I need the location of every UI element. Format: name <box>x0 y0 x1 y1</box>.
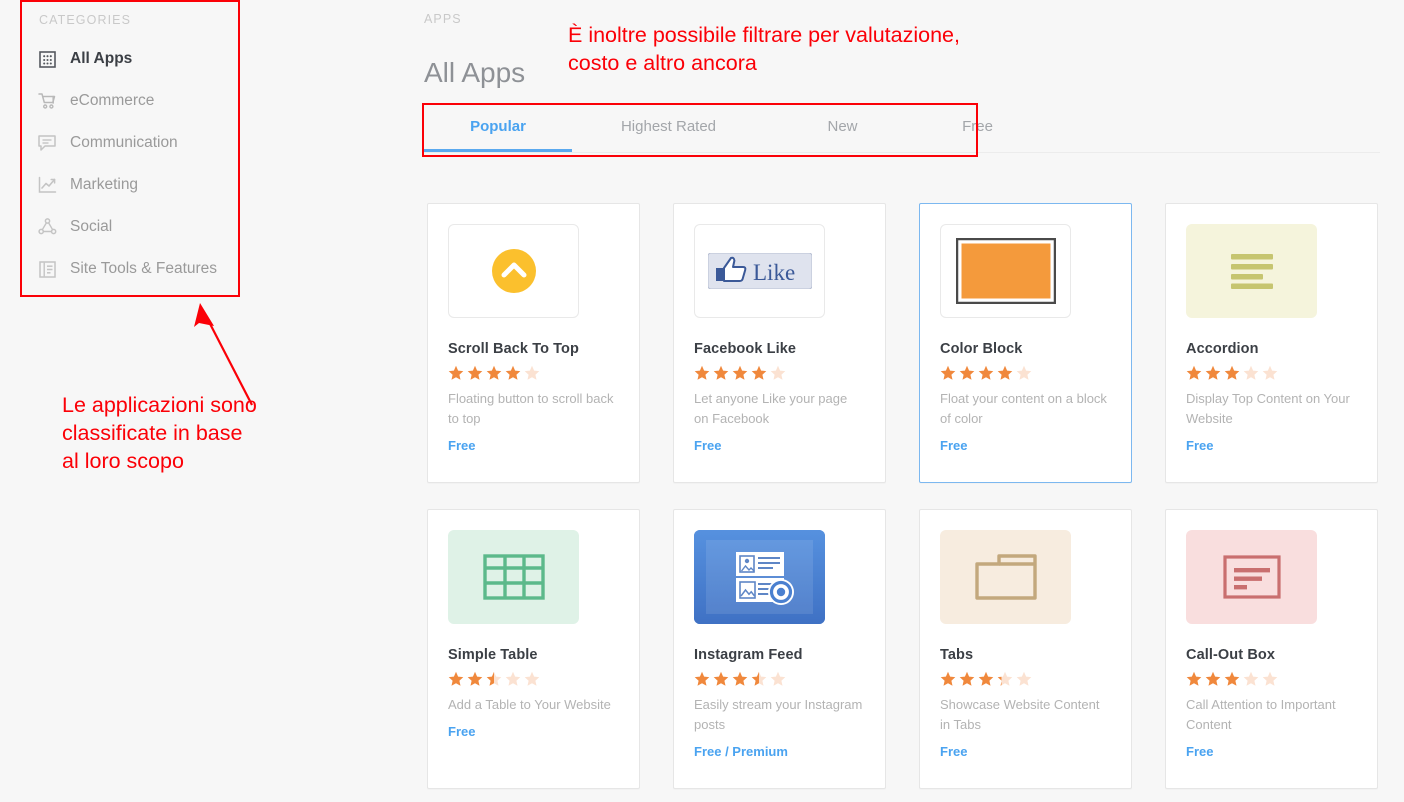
app-card-title: Facebook Like <box>694 341 797 357</box>
app-card-price[interactable]: Free <box>1186 438 1357 453</box>
line-chart-icon <box>36 174 58 196</box>
app-card-description: Call Attention to Important Content <box>1186 697 1336 733</box>
breadcrumb-eyebrow: APPS <box>424 12 462 26</box>
grid-icon <box>36 48 58 70</box>
app-card-title: Simple Table <box>448 647 538 663</box>
app-card-description: Display Top Content on Your Website <box>1186 391 1350 427</box>
rating-stars <box>1186 365 1357 380</box>
app-card-title: Color Block <box>940 341 1023 357</box>
app-card-title: Scroll Back To Top <box>448 341 579 357</box>
filter-tabbar: Popular Highest Rated New Free <box>424 108 1380 153</box>
app-card-price[interactable]: Free <box>448 438 619 453</box>
table-icon <box>448 530 579 624</box>
tab-new[interactable]: New <box>765 108 920 152</box>
chat-bubble-icon <box>36 132 58 154</box>
sidebar-item-label: All Apps <box>70 50 133 67</box>
sidebar-item-label: Marketing <box>70 176 139 193</box>
sidebar-item-label: Site Tools & Features <box>70 260 218 277</box>
app-card-price[interactable]: Free <box>448 724 619 739</box>
app-card-description: Floating button to scroll back to top <box>448 391 614 427</box>
svg-text:Like: Like <box>753 260 795 285</box>
rating-stars <box>1186 671 1357 686</box>
app-card[interactable]: Accordion Display Top Content on Your Web… <box>1165 203 1378 483</box>
apps-grid: Scroll Back To Top Floating button to scr… <box>427 203 1378 789</box>
facebook-like-icon: Like <box>694 224 825 318</box>
app-card-price[interactable]: Free <box>940 438 1111 453</box>
app-card-description: Easily stream your Instagram posts <box>694 697 863 733</box>
layout-panel-icon <box>36 258 58 280</box>
sidebar-item-site-tools-features[interactable]: Site Tools & Features <box>20 248 240 290</box>
sidebar-item-ecommerce[interactable]: eCommerce <box>20 80 240 122</box>
app-marketplace-screen: CATEGORIES All Apps eCommerce Communicatio… <box>0 0 1404 802</box>
tab-popular[interactable]: Popular <box>424 108 572 152</box>
sidebar-item-communication[interactable]: Communication <box>20 122 240 164</box>
app-card[interactable]: Call-Out Box Call Attention to Important … <box>1165 509 1378 789</box>
rating-stars <box>940 365 1111 380</box>
app-card-title: Instagram Feed <box>694 647 803 663</box>
rating-stars <box>940 671 1111 686</box>
app-card[interactable]: Instagram Feed Easily stream your Instag… <box>673 509 886 789</box>
accordion-icon <box>1186 224 1317 318</box>
app-card[interactable]: Tabs Showcase Website Content in Tabs Fre… <box>919 509 1132 789</box>
tab-highest-rated[interactable]: Highest Rated <box>572 108 765 152</box>
sidebar-item-all-apps[interactable]: All Apps <box>20 38 240 80</box>
sidebar-item-marketing[interactable]: Marketing <box>20 164 240 206</box>
sidebar-item-social[interactable]: Social <box>20 206 240 248</box>
app-card[interactable]: Like Facebook Like Let anyone Like your pa… <box>673 203 886 483</box>
app-card[interactable]: Color Block Float your content on a block… <box>919 203 1132 483</box>
app-card[interactable]: Scroll Back To Top Floating button to scr… <box>427 203 640 483</box>
app-card-description: Add a Table to Your Website <box>448 697 611 712</box>
tabs-icon <box>940 530 1071 624</box>
sidebar-item-label: Social <box>70 218 113 235</box>
app-card-price[interactable]: Free <box>1186 744 1357 759</box>
annotation-top-text: È inoltre possibile filtrare per valutaz… <box>568 23 960 75</box>
categories-sidebar: CATEGORIES All Apps eCommerce Communicatio… <box>20 0 240 297</box>
app-card-title: Tabs <box>940 647 974 663</box>
tab-free[interactable]: Free <box>920 108 1035 152</box>
sidebar-item-label: eCommerce <box>70 92 155 109</box>
app-card-title: Accordion <box>1186 341 1259 357</box>
app-card[interactable]: Simple Table Add a Table to Your Website… <box>427 509 640 789</box>
app-card-title: Call-Out Box <box>1186 647 1276 663</box>
rating-stars <box>448 671 619 686</box>
categories-list: All Apps eCommerce Communication Marketing S… <box>20 38 240 290</box>
call-out-box-icon <box>1186 530 1317 624</box>
app-card-price[interactable]: Free <box>694 438 865 453</box>
page-title: All Apps <box>424 56 526 88</box>
app-card-description: Let anyone Like your page on Facebook <box>694 391 848 427</box>
color-block-icon <box>940 224 1071 318</box>
network-share-icon <box>36 216 58 238</box>
app-card-description: Float your content on a block of color <box>940 391 1107 427</box>
app-card-description: Showcase Website Content in Tabs <box>940 697 1100 733</box>
categories-heading: CATEGORIES <box>39 13 132 27</box>
rating-stars <box>694 365 865 380</box>
app-card-price[interactable]: Free <box>940 744 1111 759</box>
shopping-cart-icon <box>36 90 58 112</box>
app-card-price[interactable]: Free / Premium <box>694 744 865 759</box>
rating-stars <box>694 671 865 686</box>
rating-stars <box>448 365 619 380</box>
instagram-feed-icon <box>694 530 825 624</box>
scroll-to-top-icon <box>448 224 579 318</box>
sidebar-item-label: Communication <box>70 134 178 151</box>
annotation-left-text: Le applicazioni sono classificate in bas… <box>62 393 257 473</box>
